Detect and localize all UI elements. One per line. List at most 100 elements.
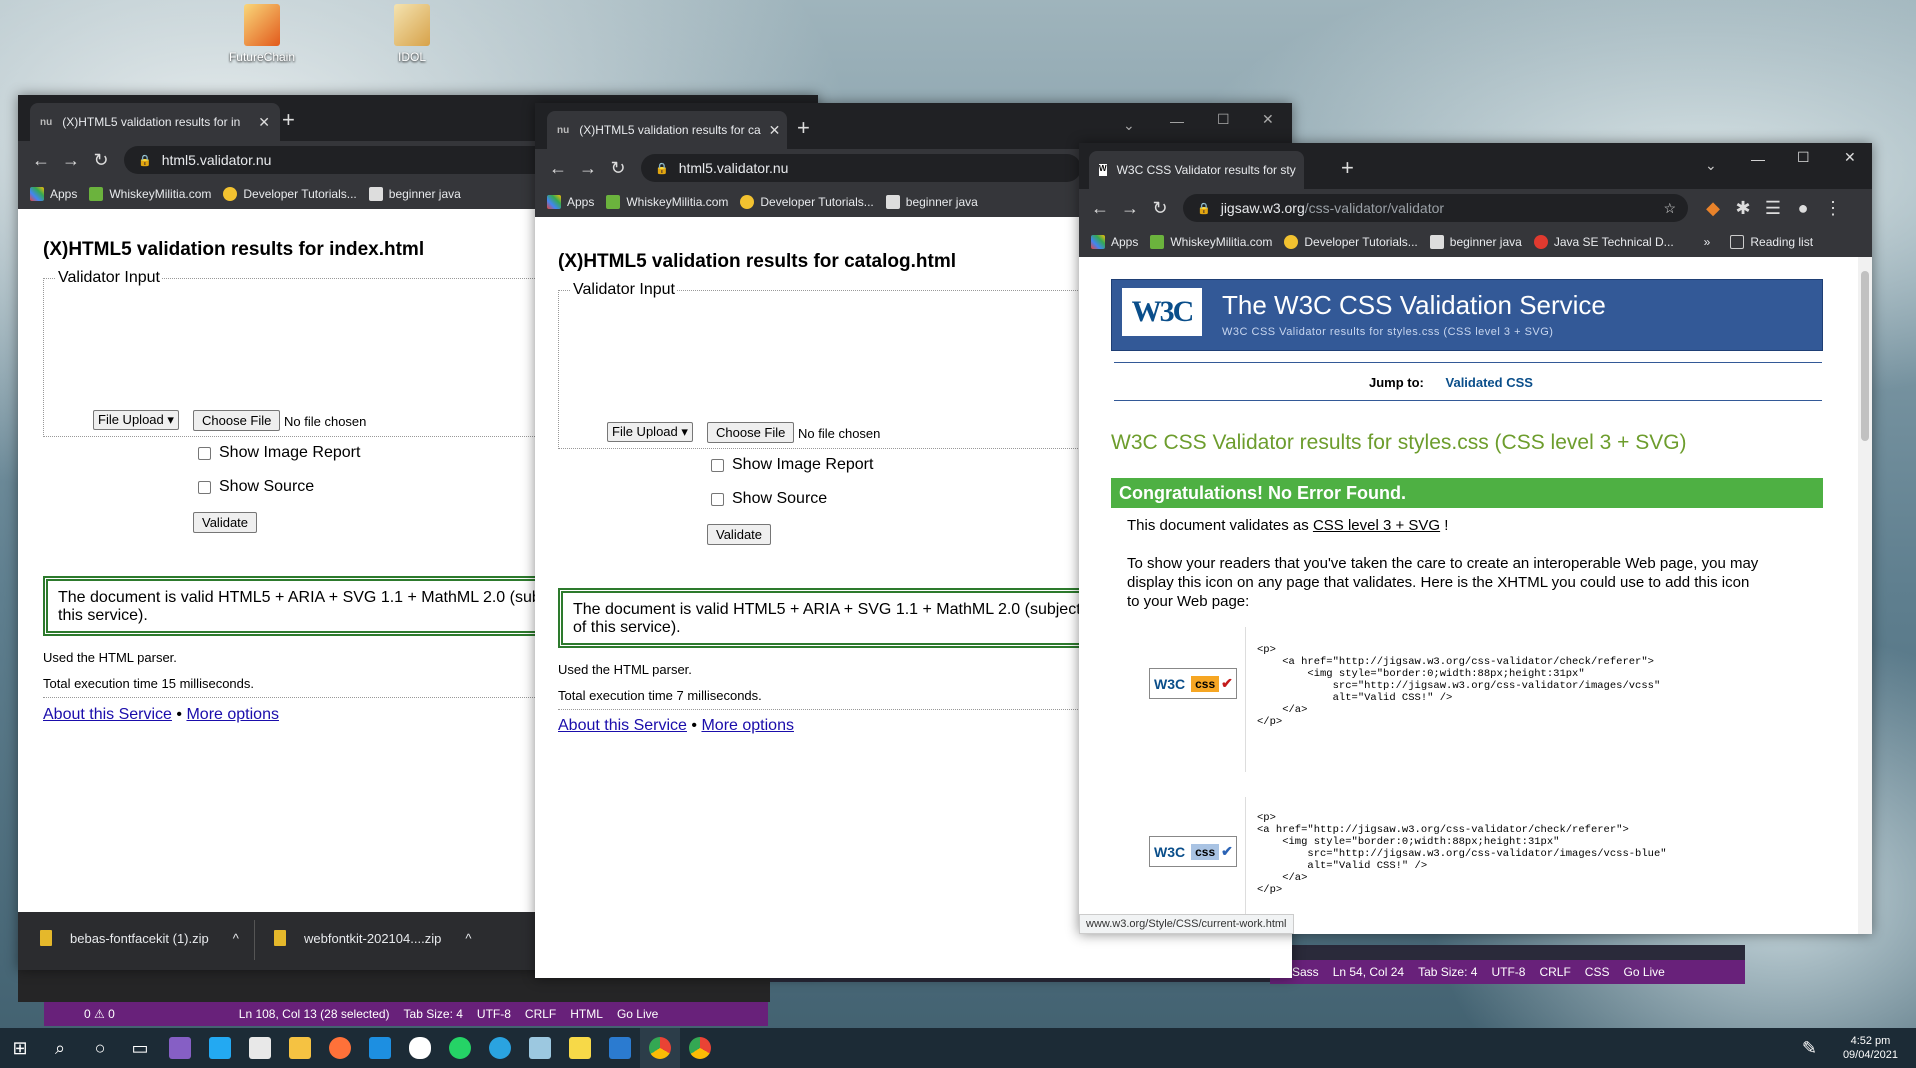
validated-css-link[interactable]: Validated CSS [1446,375,1533,390]
start-windows-icon[interactable]: ⊞ [0,1028,40,1068]
chevron-up-icon[interactable]: ^ [465,931,471,946]
status-tab-size[interactable]: Tab Size: 4 [1418,965,1477,979]
maximize-icon[interactable]: ☐ [1217,111,1230,128]
status-eol[interactable]: CRLF [525,1007,556,1021]
minimize-icon[interactable]: — [1170,113,1184,129]
desktop-icon-futurechain[interactable]: FutureChain [222,4,302,64]
bookmark-whiskeymilitia[interactable]: WhiskeyMilitia.com [89,187,211,201]
minimize-icon[interactable]: — [1751,151,1765,167]
close-tab-icon[interactable]: ✕ [250,114,270,131]
telegram-icon[interactable] [480,1028,520,1068]
reload-icon[interactable]: ↻ [603,158,633,179]
about-service-link[interactable]: About this Service [43,706,172,723]
file-explorer-icon[interactable] [280,1028,320,1068]
notepad-icon[interactable] [520,1028,560,1068]
download-item-bebas[interactable]: bebas-fontfacekit (1).zip ^ [40,912,239,964]
css-level-link[interactable]: CSS level 3 + SVG [1313,517,1440,534]
address-bar[interactable]: 🔒 jigsaw.w3.org/css-validator/validator … [1183,194,1688,222]
back-arrow-icon[interactable]: ← [1085,198,1115,219]
validate-button[interactable]: Validate [193,512,258,533]
bookmark-beginner-java[interactable]: beginner java [368,187,461,201]
back-arrow-icon[interactable]: ← [26,150,56,171]
forward-arrow-icon[interactable]: → [56,150,86,171]
bookmark-beginner-java[interactable]: beginner java [1429,235,1522,249]
forward-arrow-icon[interactable]: → [1115,198,1145,219]
choose-file-button[interactable]: Choose File [193,410,281,431]
profile-avatar[interactable]: ● [1788,198,1818,219]
soundcloud-icon[interactable] [400,1028,440,1068]
choose-file-button[interactable]: Choose File [707,422,795,443]
search-icon[interactable]: ⌕ [40,1028,80,1068]
bookmark-java-se-technical[interactable]: Java SE Technical D... [1533,235,1674,249]
status-language-mode[interactable]: Sass [1292,965,1319,979]
status-cursor-position[interactable]: Ln 54, Col 24 [1333,965,1404,979]
input-mode-select[interactable]: File Upload ▾ [607,422,693,442]
sticky-notes-icon[interactable] [560,1028,600,1068]
tab-css-validation[interactable]: W W3C CSS Validator results for sty ✕ [1089,151,1304,189]
firefox-icon[interactable] [320,1028,360,1068]
close-window-icon[interactable]: ✕ [1844,149,1856,166]
chrome-active-icon[interactable] [640,1028,680,1068]
show-image-report-checkbox[interactable]: Show Image Report [711,456,873,474]
scrollbar-thumb[interactable] [1861,271,1869,441]
new-tab-button[interactable]: + [1341,155,1354,181]
bookmark-apps[interactable]: Apps [1091,235,1138,249]
status-encoding[interactable]: UTF-8 [1491,965,1525,979]
address-bar[interactable]: 🔒 html5.validator.nu [641,154,1081,182]
about-service-link[interactable]: About this Service [558,717,687,734]
reading-list-queue-icon[interactable]: ☰ [1758,198,1788,219]
metamask-extension-icon[interactable]: ◆ [1698,198,1728,219]
cortana-icon[interactable]: ○ [80,1028,120,1068]
vertical-scrollbar[interactable] [1858,257,1872,934]
bookmark-beginner-java[interactable]: beginner java [885,195,978,209]
task-view-icon[interactable]: ▭ [120,1028,160,1068]
bookmark-developer-tutorials[interactable]: Developer Tutorials... [223,187,357,201]
show-source-checkbox[interactable]: Show Source [711,490,827,508]
show-image-report-checkbox[interactable]: Show Image Report [198,444,360,462]
extensions-puzzle-icon[interactable]: ✱ [1728,198,1758,219]
status-encoding[interactable]: UTF-8 [477,1007,511,1021]
bookmark-developer-tutorials[interactable]: Developer Tutorials... [740,195,874,209]
tab-catalog-validation[interactable]: nu (X)HTML5 validation results for ca ✕ [547,111,787,149]
desktop-icon-idol[interactable]: IDOL [372,4,452,64]
back-arrow-icon[interactable]: ← [543,158,573,179]
clock[interactable]: 4:52 pm 09/04/2021 [1843,1034,1898,1062]
tab-search-icon[interactable]: ⌄ [1705,157,1717,174]
new-tab-button[interactable]: + [797,115,810,141]
more-options-link[interactable]: More options [186,706,279,723]
more-bookmarks-chevron[interactable]: » [1704,235,1711,249]
input-mode-select[interactable]: File Upload ▾ [93,410,179,430]
validate-button[interactable]: Validate [707,524,772,545]
reload-icon[interactable]: ↻ [1145,198,1175,219]
close-tab-icon[interactable]: ✕ [1296,162,1305,179]
photos-icon[interactable] [600,1028,640,1068]
status-eol[interactable]: CRLF [1539,965,1570,979]
maximize-icon[interactable]: ☐ [1797,149,1810,166]
status-go-live[interactable]: Go Live [1623,965,1664,979]
bookmark-star-icon[interactable]: ☆ [1663,200,1676,217]
visual-studio-icon[interactable] [160,1028,200,1068]
forward-arrow-icon[interactable]: → [573,158,603,179]
tab-index-validation[interactable]: nu (X)HTML5 validation results for in ✕ [30,103,280,141]
address-bar[interactable]: 🔒 html5.validator.nu [124,146,604,174]
mail-icon[interactable] [360,1028,400,1068]
bookmark-whiskeymilitia[interactable]: WhiskeyMilitia.com [1150,235,1272,249]
status-file-type[interactable]: CSS [1585,965,1610,979]
chrome-icon[interactable] [680,1028,720,1068]
close-window-icon[interactable]: ✕ [1262,111,1274,128]
status-cursor-position[interactable]: Ln 108, Col 13 (28 selected) [239,1007,390,1021]
more-options-link[interactable]: More options [701,717,794,734]
show-source-checkbox[interactable]: Show Source [198,478,314,496]
store-icon[interactable] [240,1028,280,1068]
chevron-up-icon[interactable]: ^ [233,931,239,946]
bookmark-developer-tutorials[interactable]: Developer Tutorials... [1284,235,1418,249]
new-tab-button[interactable]: + [282,107,295,133]
kebab-menu-icon[interactable]: ⋮ [1818,198,1848,219]
tab-search-icon[interactable]: ⌄ [1123,117,1135,134]
bookmark-apps[interactable]: Apps [30,187,77,201]
download-item-webfontkit[interactable]: webfontkit-202104....zip ^ [274,912,471,964]
whatsapp-icon[interactable] [440,1028,480,1068]
pen-icon[interactable]: ✎ [1802,1038,1817,1059]
reading-list-button[interactable]: Reading list [1730,235,1813,249]
bookmark-whiskeymilitia[interactable]: WhiskeyMilitia.com [606,195,728,209]
